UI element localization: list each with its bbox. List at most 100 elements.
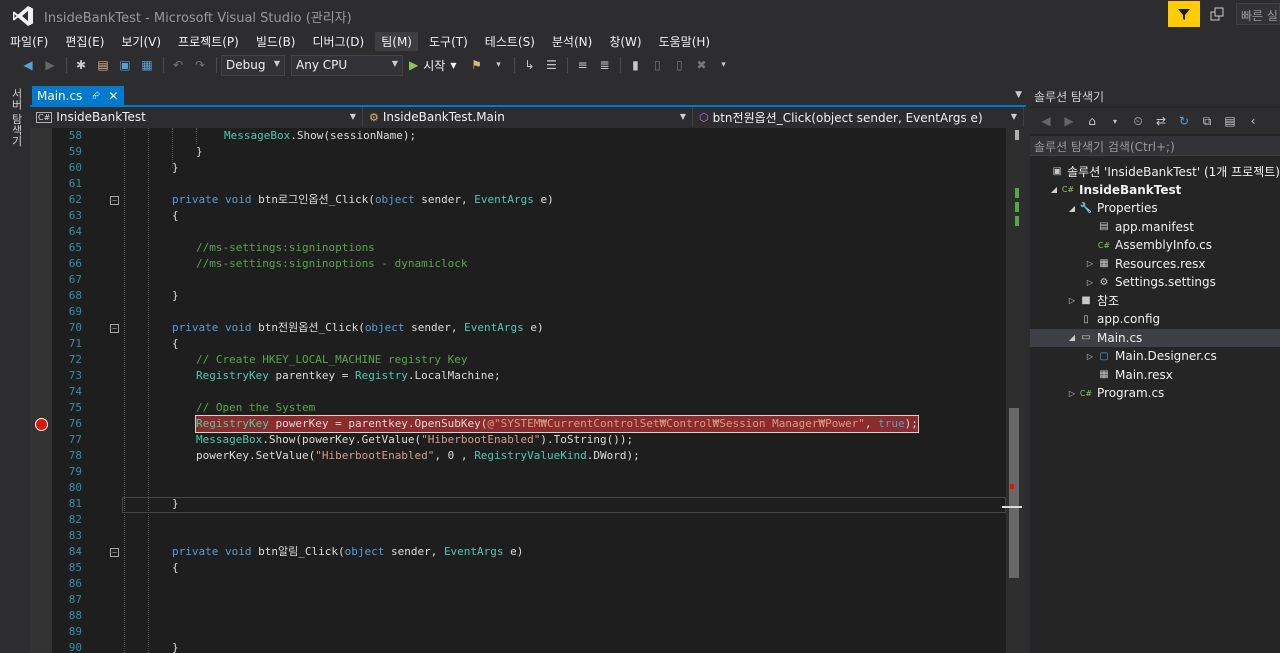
code-line[interactable]: 64 bbox=[30, 224, 1006, 240]
uncomment-lines-icon[interactable]: ≣ bbox=[594, 55, 614, 75]
menu-tools[interactable]: 도구(T) bbox=[423, 32, 474, 51]
solution-tree-item[interactable]: ▷ ⚙ Settings.settings bbox=[1030, 273, 1280, 291]
menu-file[interactable]: 파일(F) bbox=[4, 32, 54, 51]
next-bookmark-icon[interactable]: ▯ bbox=[669, 55, 689, 75]
properties-overflow-icon[interactable]: ‹ bbox=[1243, 111, 1263, 131]
code-line[interactable]: 74 bbox=[30, 384, 1006, 400]
code-line[interactable]: 72 // Create HKEY_LOCAL_MACHINE registry … bbox=[30, 352, 1006, 368]
menu-help[interactable]: 도움말(H) bbox=[653, 32, 717, 51]
code-line[interactable]: 68} bbox=[30, 288, 1006, 304]
server-explorer-tab[interactable]: 서버 탐색기 bbox=[8, 88, 24, 147]
save-all-icon[interactable]: ▦ bbox=[137, 55, 157, 75]
code-line[interactable]: 65 //ms-settings:signinoptions bbox=[30, 240, 1006, 256]
code-line[interactable]: 69 bbox=[30, 304, 1006, 320]
code-line[interactable]: 87 bbox=[30, 592, 1006, 608]
quick-launch-input[interactable]: 빠른 실 bbox=[1236, 3, 1280, 25]
browser-link-icon[interactable]: ⚑ bbox=[466, 55, 486, 75]
previous-bookmark-icon[interactable]: ▯ bbox=[647, 55, 667, 75]
collapse-all-icon[interactable]: ⧉ bbox=[1197, 111, 1217, 131]
collapse-region-icon[interactable]: − bbox=[110, 548, 119, 557]
visual-studio-logo-icon[interactable] bbox=[8, 1, 38, 31]
notification-filter-icon[interactable] bbox=[1168, 1, 1200, 27]
breakpoint-icon[interactable] bbox=[35, 418, 48, 431]
expanded-chevron-icon[interactable]: ◢ bbox=[1066, 333, 1078, 342]
solution-tree-item[interactable]: ▯ app.config bbox=[1030, 310, 1280, 328]
forward-icon[interactable]: ▶ bbox=[1059, 111, 1079, 131]
code-line[interactable]: 77 MessageBox.Show(powerKey.GetValue("Hib… bbox=[30, 432, 1006, 448]
bookmark-icon[interactable]: ▮ bbox=[625, 55, 645, 75]
solution-tree-item[interactable]: ◢ 🔧 Properties bbox=[1030, 199, 1280, 217]
refresh-icon[interactable]: ↻ bbox=[1174, 111, 1194, 131]
project-nav-select[interactable]: C# InsideBankTest ▼ bbox=[30, 107, 363, 127]
solution-tree-item[interactable]: ▷ ■ 참조 bbox=[1030, 292, 1280, 310]
code-line[interactable]: 81} bbox=[30, 496, 1006, 512]
pin-icon[interactable]: ⮳ bbox=[92, 91, 100, 102]
collapsed-chevron-icon[interactable]: ▷ bbox=[1084, 278, 1096, 287]
expanded-chevron-icon[interactable]: ◢ bbox=[1066, 204, 1078, 213]
clear-bookmarks-icon[interactable]: ✖ bbox=[691, 55, 711, 75]
code-line[interactable]: 71 { bbox=[30, 336, 1006, 352]
code-line[interactable]: 83 bbox=[30, 528, 1006, 544]
menu-analyze[interactable]: 분석(N) bbox=[546, 32, 598, 51]
solution-tree-item[interactable]: ◢ ▭ Main.cs bbox=[1030, 328, 1280, 347]
menu-debug[interactable]: 디버그(D) bbox=[307, 32, 371, 51]
code-line[interactable]: 75 // Open the System bbox=[30, 400, 1006, 416]
member-nav-select[interactable]: ⬡ btn전원옵션_Click(object sender, EventArgs… bbox=[693, 107, 1024, 127]
code-line[interactable]: 60} bbox=[30, 160, 1006, 176]
code-line[interactable]: 58 MessageBox.Show(sessionName); bbox=[30, 128, 1006, 144]
solution-tree-item[interactable]: ▤ app.manifest bbox=[1030, 218, 1280, 236]
menu-test[interactable]: 테스트(S) bbox=[479, 32, 541, 51]
navigate-back-icon[interactable]: ◀ bbox=[18, 55, 38, 75]
sync-icon[interactable]: ⇄ bbox=[1151, 111, 1171, 131]
solution-tree-item[interactable]: ▷ ▢ Main.Designer.cs bbox=[1030, 347, 1280, 365]
solution-search-input[interactable]: 솔루션 탐색기 검색(Ctrl+;) bbox=[1030, 136, 1280, 156]
solution-tree-item[interactable]: ▷ ▦ Resources.resx bbox=[1030, 255, 1280, 273]
code-line[interactable]: 70 − private void btn전원옵션_Click(object sen… bbox=[30, 320, 1006, 336]
pending-changes-filter-icon[interactable]: ⏲ bbox=[1128, 111, 1148, 131]
undo-icon[interactable]: ↶ bbox=[168, 55, 188, 75]
tab-main-cs[interactable]: Main.cs ⮳ ✕ bbox=[32, 86, 124, 106]
solution-configuration-select[interactable]: Debug ▼ bbox=[221, 54, 285, 76]
solution-tree-item[interactable]: ▦ Main.resx bbox=[1030, 366, 1280, 384]
solution-tree-item[interactable]: C# AssemblyInfo.cs bbox=[1030, 236, 1280, 254]
toolbar-overflow-icon[interactable]: ▾ bbox=[713, 55, 733, 75]
code-line[interactable]: 73 RegistryKey parentkey = Registry.Local… bbox=[30, 368, 1006, 384]
code-line[interactable]: 61 bbox=[30, 176, 1006, 192]
code-line[interactable]: 85 { bbox=[30, 560, 1006, 576]
redo-icon[interactable]: ↷ bbox=[190, 55, 210, 75]
code-line[interactable]: 67 bbox=[30, 272, 1006, 288]
code-line[interactable]: 86 bbox=[30, 576, 1006, 592]
menu-team[interactable]: 팀(M) bbox=[375, 31, 418, 51]
code-editor[interactable]: 58 MessageBox.Show(sessionName); 59} 60} 61 6… bbox=[30, 128, 1006, 653]
tab-overflow-chevron-icon[interactable]: ▼ bbox=[1015, 90, 1022, 100]
menu-view[interactable]: 보기(V) bbox=[115, 32, 167, 51]
collapsed-chevron-icon[interactable]: ▷ bbox=[1084, 259, 1096, 268]
feedback-icon[interactable] bbox=[1204, 1, 1230, 27]
menu-edit[interactable]: 편집(E) bbox=[59, 32, 110, 51]
new-project-icon[interactable]: ✱ bbox=[71, 55, 91, 75]
collapse-region-icon[interactable]: − bbox=[110, 196, 119, 205]
code-line[interactable]: 66 //ms-settings:signinoptions - dynamicl… bbox=[30, 256, 1006, 272]
open-file-icon[interactable]: ▤ bbox=[93, 55, 113, 75]
toolbar-overflow-icon[interactable]: ▾ bbox=[488, 55, 508, 75]
solution-platform-select[interactable]: Any CPU ▼ bbox=[291, 54, 403, 76]
collapsed-chevron-icon[interactable]: ▷ bbox=[1084, 352, 1096, 361]
code-line[interactable]: 89 bbox=[30, 624, 1006, 640]
step-into-icon[interactable]: ↳ bbox=[519, 55, 539, 75]
menu-build[interactable]: 빌드(B) bbox=[250, 32, 302, 51]
solution-tree-item[interactable]: ◢ C# InsideBankTest bbox=[1030, 181, 1280, 199]
home-icon[interactable]: ⌂ bbox=[1082, 111, 1102, 131]
collapse-region-icon[interactable]: − bbox=[110, 324, 119, 333]
scrollbar-thumb[interactable] bbox=[1009, 408, 1019, 578]
code-line[interactable]: 62 − private void btn로그인옵션_Click(object se… bbox=[30, 192, 1006, 208]
close-icon[interactable]: ✕ bbox=[108, 89, 118, 103]
class-nav-select[interactable]: ⚙ InsideBankTest.Main ▼ bbox=[363, 107, 693, 127]
show-all-files-icon[interactable]: ▤ bbox=[1220, 111, 1240, 131]
code-line[interactable]: 88 bbox=[30, 608, 1006, 624]
solution-tree-item[interactable]: ▣ 솔루션 'InsideBankTest' (1개 프로젝트) bbox=[1030, 162, 1280, 180]
code-line[interactable]: 79 bbox=[30, 464, 1006, 480]
code-line[interactable]: 84 − private void btn알림_Click(object sende… bbox=[30, 544, 1006, 560]
back-icon[interactable]: ◀ bbox=[1036, 111, 1056, 131]
save-icon[interactable]: ▣ bbox=[115, 55, 135, 75]
collapsed-chevron-icon[interactable]: ▷ bbox=[1066, 389, 1078, 398]
